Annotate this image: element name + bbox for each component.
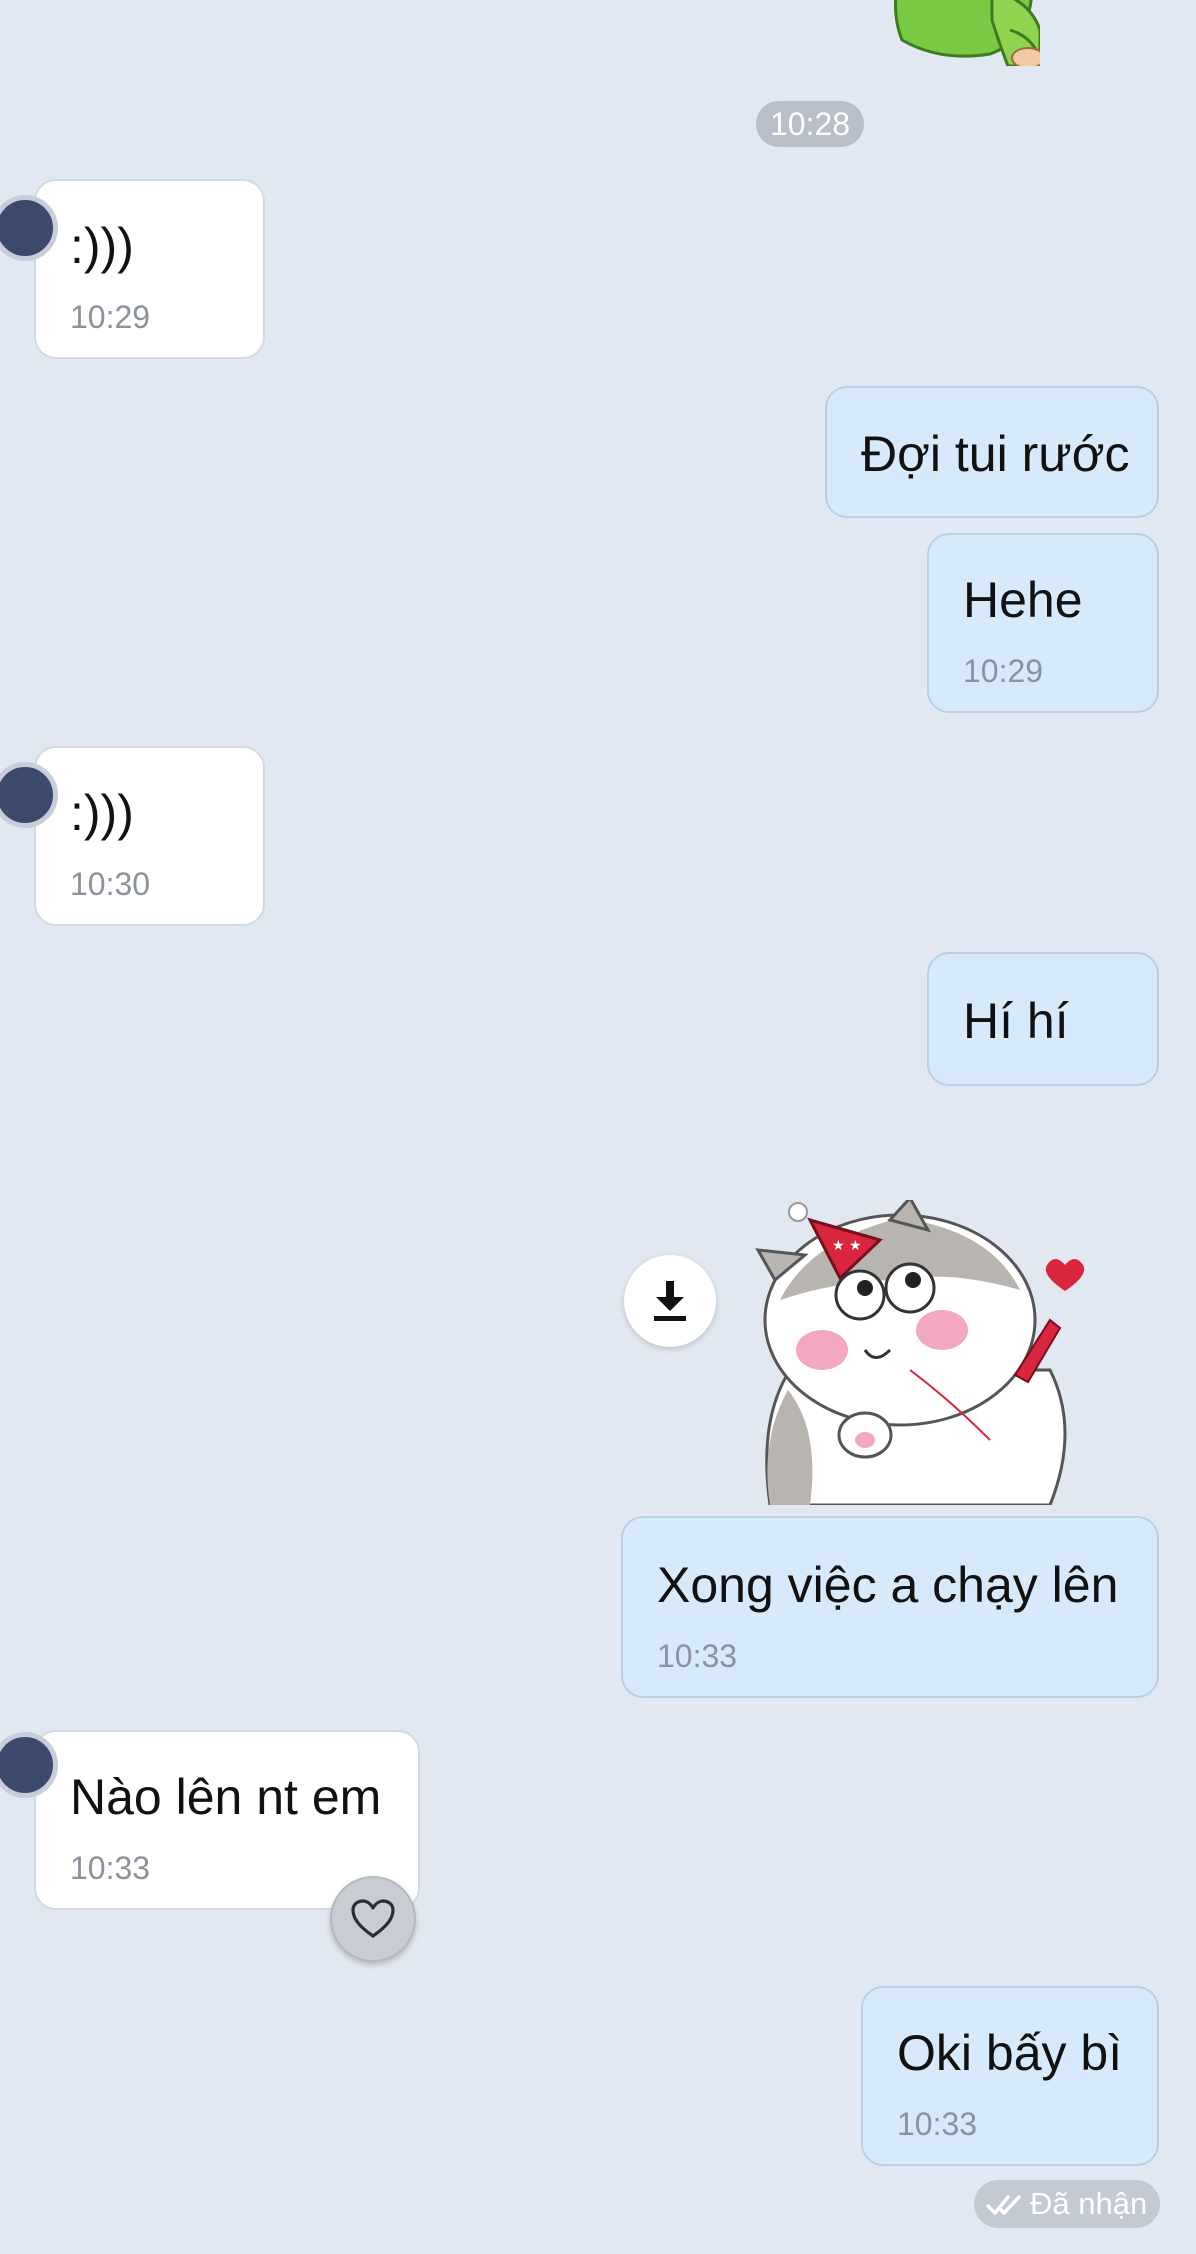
delivery-status: Đã nhận xyxy=(974,2180,1160,2228)
message-time: 10:33 xyxy=(897,2106,978,2142)
message-text: :))) xyxy=(70,218,134,274)
message-text: :))) xyxy=(70,785,134,841)
message-text: Oki bấy bì xyxy=(897,2025,1123,2081)
sticker-image[interactable] xyxy=(880,0,1045,69)
message-text: Đợi tui rước xyxy=(861,426,1130,482)
time-separator: 10:28 xyxy=(756,101,864,147)
message-time: 10:29 xyxy=(70,299,151,335)
message-time: 10:33 xyxy=(657,1638,738,1674)
outgoing-message-bubble[interactable]: Xong việc a chạy lên 10:33 xyxy=(621,1516,1159,1698)
message-text: Hehe xyxy=(963,572,1083,628)
incoming-message-bubble[interactable]: :))) 10:29 xyxy=(0,179,265,359)
outgoing-message-bubble[interactable]: Hí hí xyxy=(927,952,1159,1086)
message-time: 10:33 xyxy=(70,1850,151,1886)
message-text: Nào lên nt em xyxy=(70,1769,382,1825)
message-text: Hí hí xyxy=(963,993,1069,1049)
cat-sticker-image[interactable]: ★ ★ xyxy=(750,1195,1090,1507)
message-time: 10:29 xyxy=(963,653,1044,689)
avatar[interactable] xyxy=(0,762,58,828)
message-text: Xong việc a chạy lên xyxy=(657,1557,1119,1613)
react-heart-button[interactable] xyxy=(330,1876,416,1962)
incoming-message-bubble[interactable]: :))) 10:30 xyxy=(0,746,265,926)
avatar[interactable] xyxy=(0,1732,58,1798)
svg-text:★ ★: ★ ★ xyxy=(832,1238,862,1254)
avatar[interactable] xyxy=(0,195,58,261)
download-button[interactable] xyxy=(624,1255,716,1347)
outgoing-message-bubble[interactable]: Hehe 10:29 xyxy=(927,533,1159,713)
delivery-status-label: Đã nhận xyxy=(1030,2186,1148,2221)
message-time: 10:30 xyxy=(70,866,151,902)
outgoing-message-bubble[interactable]: Đợi tui rước xyxy=(825,386,1159,518)
outgoing-message-bubble[interactable]: Oki bấy bì 10:33 xyxy=(861,1986,1159,2166)
